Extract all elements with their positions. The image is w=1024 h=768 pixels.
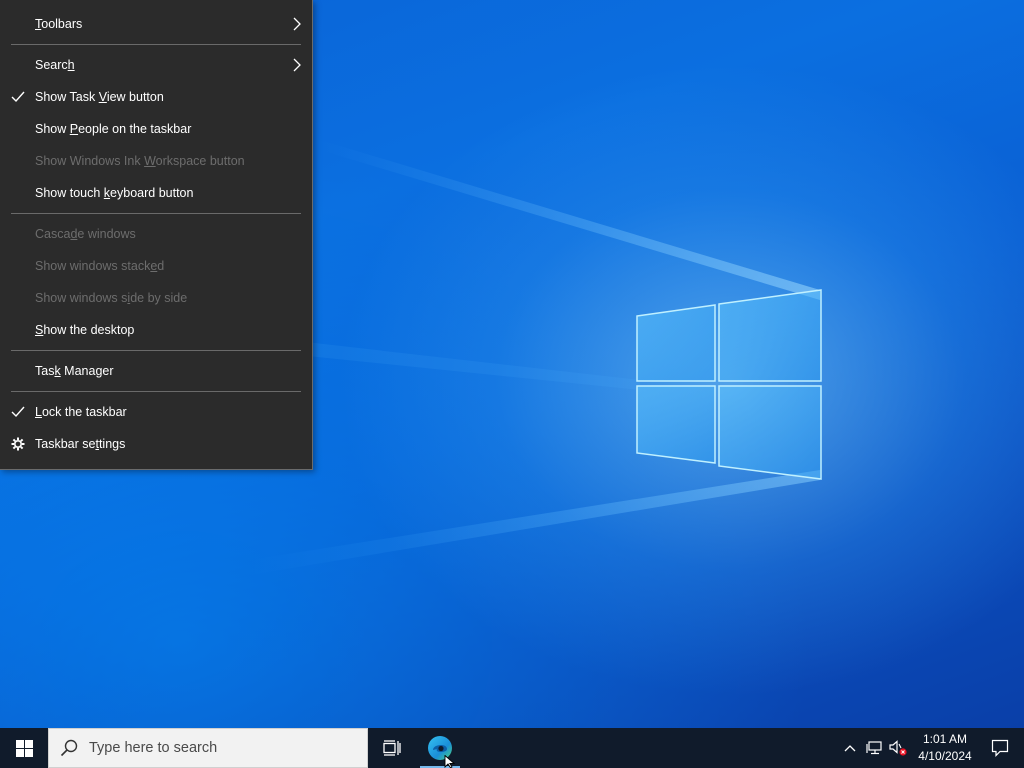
- menu-separator: [11, 391, 301, 392]
- menu-item-show-task-view-button[interactable]: Show Task View button: [0, 81, 312, 113]
- menu-item-show-windows-ink: Show Windows Ink Workspace button: [0, 145, 312, 177]
- start-button[interactable]: [0, 728, 48, 768]
- search-placeholder: Type here to search: [89, 740, 218, 756]
- menu-item-label: Show Task View button: [35, 90, 164, 104]
- system-tray: 1:01 AM 4/10/2024: [838, 728, 1024, 768]
- menu-item-label: Show windows stacked: [35, 259, 165, 273]
- taskbar-clock[interactable]: 1:01 AM 4/10/2024: [914, 728, 976, 768]
- menu-separator: [11, 44, 301, 45]
- menu-item-toolbars[interactable]: Toolbars: [0, 8, 312, 40]
- mouse-cursor-icon: [444, 755, 456, 768]
- menu-item-label: Show Windows Ink Workspace button: [35, 154, 245, 168]
- menu-item-cascade-windows: Cascade windows: [0, 218, 312, 250]
- windows-logo-icon: [15, 739, 33, 757]
- menu-item-label: Taskbar settings: [35, 437, 126, 451]
- menu-item-show-touch-keyboard[interactable]: Show touch keyboard button: [0, 177, 312, 209]
- taskbar-context-menu: Toolbars Search Show Task View button Sh…: [0, 0, 313, 470]
- taskbar-search-box[interactable]: Type here to search: [48, 728, 368, 768]
- volume-muted-icon: [889, 740, 907, 756]
- chevron-right-icon: [293, 58, 301, 72]
- chevron-right-icon: [293, 17, 301, 31]
- network-icon: [866, 741, 882, 755]
- chevron-up-icon: [844, 745, 856, 752]
- menu-item-show-the-desktop[interactable]: Show the desktop: [0, 314, 312, 346]
- menu-item-search[interactable]: Search: [0, 49, 312, 81]
- menu-item-show-windows-side-by-side: Show windows side by side: [0, 282, 312, 314]
- menu-item-label: Cascade windows: [35, 227, 136, 241]
- menu-item-label: Show windows side by side: [35, 291, 188, 305]
- network-button[interactable]: [862, 728, 886, 768]
- action-center-button[interactable]: [976, 728, 1024, 768]
- menu-item-task-manager[interactable]: Task Manager: [0, 355, 312, 387]
- edge-taskbar-button[interactable]: [416, 728, 464, 768]
- menu-item-label: Show People on the taskbar: [35, 122, 192, 136]
- menu-item-show-windows-stacked: Show windows stacked: [0, 250, 312, 282]
- task-view-icon: [383, 740, 401, 756]
- menu-item-label: Lock the taskbar: [35, 405, 127, 419]
- menu-item-label: Search: [35, 58, 75, 72]
- menu-item-show-people[interactable]: Show People on the taskbar: [0, 113, 312, 145]
- notification-center-icon: [991, 739, 1009, 757]
- taskbar[interactable]: Type here to search 1:01 AM 4/10/2024: [0, 728, 1024, 768]
- task-view-button[interactable]: [368, 728, 416, 768]
- menu-item-lock-the-taskbar[interactable]: Lock the taskbar: [0, 396, 312, 428]
- menu-item-label: Show the desktop: [35, 323, 135, 337]
- clock-time: 1:01 AM: [922, 732, 968, 746]
- menu-item-label: Task Manager: [35, 364, 114, 378]
- checkmark-icon: [11, 406, 25, 418]
- gear-icon: [11, 437, 25, 451]
- menu-item-label: Show touch keyboard button: [35, 186, 194, 200]
- menu-item-taskbar-settings[interactable]: Taskbar settings: [0, 428, 312, 460]
- clock-date: 4/10/2024: [918, 749, 972, 763]
- menu-separator: [11, 350, 301, 351]
- search-icon: [49, 728, 89, 768]
- checkmark-icon: [11, 91, 25, 103]
- show-hidden-icons-button[interactable]: [838, 728, 862, 768]
- menu-item-label: Toolbars: [35, 17, 83, 31]
- volume-button[interactable]: [886, 728, 910, 768]
- menu-separator: [11, 213, 301, 214]
